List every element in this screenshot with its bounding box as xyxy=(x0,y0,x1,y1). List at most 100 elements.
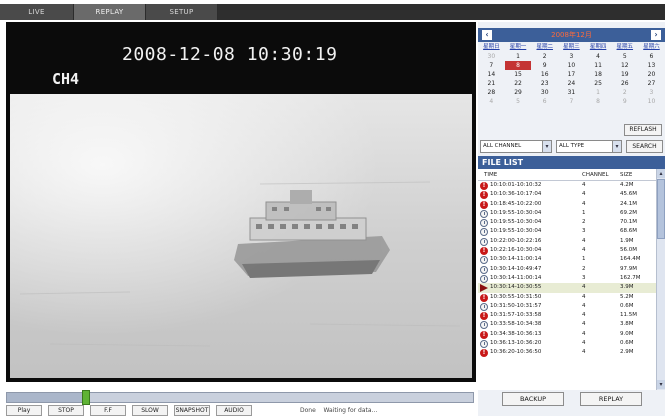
calendar-day[interactable]: 30 xyxy=(531,88,558,97)
calendar-day[interactable]: 25 xyxy=(585,79,612,88)
search-button[interactable]: SEARCH xyxy=(626,140,663,153)
column-header-time[interactable]: TIME xyxy=(484,169,497,181)
tab-live[interactable]: LIVE xyxy=(0,4,74,20)
file-list-row[interactable]: 10:19:55-10:30:04 1 69.2M xyxy=(478,209,656,218)
calendar-day[interactable]: 29 xyxy=(505,88,532,97)
column-header-channel[interactable]: CHANNEL xyxy=(582,169,609,181)
calendar-day[interactable]: 22 xyxy=(505,79,532,88)
file-list-row[interactable]: 10:30:14-11:00:14 1 164.4M xyxy=(478,255,656,265)
calendar-day[interactable]: 2 xyxy=(611,88,638,97)
play-button[interactable]: Play xyxy=(6,405,42,416)
calendar-day[interactable]: 30 xyxy=(478,52,505,61)
file-list-scrollbar[interactable]: ▴ ▾ xyxy=(656,169,665,390)
replay-button[interactable]: REPLAY xyxy=(580,392,642,406)
calendar-day[interactable]: 9 xyxy=(611,97,638,106)
calendar-day[interactable]: 15 xyxy=(505,70,532,79)
row-channel: 3 xyxy=(582,274,586,281)
calendar-day[interactable]: 18 xyxy=(585,70,612,79)
file-list-row[interactable]: 10:19:55-10:30:04 2 70.1M xyxy=(478,218,656,228)
calendar-day[interactable]: 4 xyxy=(478,97,505,106)
calendar-day[interactable]: 11 xyxy=(585,61,612,70)
calendar-day[interactable]: 5 xyxy=(505,97,532,106)
file-list-row[interactable]: 10:30:14-10:30:55 4 3.9M xyxy=(478,283,656,293)
calendar-day[interactable]: 31 xyxy=(558,88,585,97)
calendar-day[interactable]: 4 xyxy=(585,52,612,61)
calendar-day[interactable]: 23 xyxy=(531,79,558,88)
calendar-day[interactable]: 10 xyxy=(638,97,665,106)
row-channel: 2 xyxy=(582,265,586,272)
stop-button[interactable]: STOP xyxy=(48,405,84,416)
refresh-button[interactable]: REFLASH xyxy=(624,124,662,136)
backup-button[interactable]: BACKUP xyxy=(502,392,564,406)
file-list-row[interactable]: 10:30:14-10:49:47 2 97.9M xyxy=(478,265,656,274)
calendar-day[interactable]: 26 xyxy=(611,79,638,88)
row-channel: 4 xyxy=(582,182,586,188)
calendar-day[interactable]: 7 xyxy=(558,97,585,106)
calendar-day[interactable]: 6 xyxy=(531,97,558,106)
calendar-day[interactable]: 7 xyxy=(478,61,505,70)
normal-record-icon xyxy=(480,209,488,218)
slow-button[interactable]: SLOW xyxy=(132,405,168,416)
row-channel: 4 xyxy=(582,349,586,356)
file-list-row[interactable]: 10:19:55-10:30:04 3 68.6M xyxy=(478,227,656,237)
calendar-day-selected[interactable]: 8 xyxy=(504,61,532,70)
normal-record-icon xyxy=(480,256,488,265)
row-channel: 4 xyxy=(582,237,586,244)
row-time: 10:19:55-10:30:04 xyxy=(490,228,542,235)
file-list-row[interactable]: ! 10:10:36-10:17:04 4 45.6M xyxy=(478,190,656,200)
calendar-day[interactable]: 2 xyxy=(531,52,558,61)
calendar-day[interactable]: 8 xyxy=(585,97,612,106)
tab-setup[interactable]: SETUP xyxy=(146,4,218,20)
file-list-row[interactable]: ! 10:34:38-10:36:13 4 9.0M xyxy=(478,330,656,339)
file-list-row[interactable]: ! 10:22:16-10:30:04 4 56.0M xyxy=(478,246,656,256)
scroll-down-icon[interactable]: ▾ xyxy=(657,380,665,389)
calendar-day[interactable]: 3 xyxy=(638,88,665,97)
file-list-row[interactable]: 10:30:14-11:00:14 3 162.7M xyxy=(478,274,656,283)
playback-progress-bar[interactable] xyxy=(6,390,474,405)
calendar-day[interactable]: 24 xyxy=(558,79,585,88)
tab-replay[interactable]: REPLAY xyxy=(74,4,146,20)
scroll-up-icon[interactable]: ▴ xyxy=(657,169,665,178)
calendar-day[interactable]: 19 xyxy=(611,70,638,79)
calendar-day[interactable]: 16 xyxy=(531,70,558,79)
calendar-week-row: 14 15 16 17 18 19 20 xyxy=(478,70,665,79)
video-viewport[interactable]: 2008-12-08 10:30:19 CH4 xyxy=(6,22,476,382)
calendar-day[interactable]: 1 xyxy=(585,88,612,97)
calendar-day[interactable]: 9 xyxy=(531,61,558,70)
file-list-row[interactable]: 10:36:13-10:36:20 4 0.6M xyxy=(478,339,656,349)
calendar-day[interactable]: 17 xyxy=(558,70,585,79)
column-header-size[interactable]: SIZE xyxy=(620,169,632,181)
file-list-row[interactable]: 10:31:50-10:31:57 4 0.6M xyxy=(478,302,656,311)
calendar-month-title: 2008年12月 xyxy=(551,31,592,39)
file-list-row[interactable]: ! 10:10:01-10:10:32 4 4.2M xyxy=(478,181,656,190)
calendar-day[interactable]: 6 xyxy=(638,52,665,61)
calendar-day[interactable]: 14 xyxy=(478,70,505,79)
channel-select[interactable]: ALL CHANNEL ▾ xyxy=(480,140,552,153)
progress-handle[interactable] xyxy=(82,390,91,405)
row-size: 68.6M xyxy=(620,228,637,235)
calendar-day[interactable]: 27 xyxy=(638,79,665,88)
calendar-day[interactable]: 13 xyxy=(638,61,665,70)
calendar-day[interactable]: 3 xyxy=(558,52,585,61)
audio-button[interactable]: AUDIO xyxy=(216,405,252,416)
snapshot-button[interactable]: SNAPSHOT xyxy=(174,405,210,416)
calendar-day[interactable]: 12 xyxy=(611,61,638,70)
file-list-row[interactable]: 10:22:00-10:22:16 4 1.9M xyxy=(478,237,656,246)
type-select[interactable]: ALL TYPE ▾ xyxy=(556,140,622,153)
scrollbar-thumb[interactable] xyxy=(657,179,665,239)
fast-forward-button[interactable]: F.F xyxy=(90,405,126,416)
file-list-row[interactable]: ! 10:36:20-10:36:50 4 2.9M xyxy=(478,348,656,358)
calendar-day[interactable]: 28 xyxy=(478,88,505,97)
file-list-row[interactable]: ! 10:18:45-10:22:00 4 24.1M xyxy=(478,200,656,209)
file-list-row[interactable]: ! 10:30:55-10:31:50 4 5.2M xyxy=(478,293,656,302)
file-list-row[interactable]: 10:33:58-10:34:38 4 3.8M xyxy=(478,320,656,330)
calendar-day[interactable]: 1 xyxy=(505,52,532,61)
calendar-day[interactable]: 20 xyxy=(638,70,665,79)
calendar-day[interactable]: 10 xyxy=(558,61,585,70)
calendar-prev-icon[interactable]: ‹ xyxy=(482,30,492,40)
calendar-day[interactable]: 5 xyxy=(611,52,638,61)
file-list-row[interactable]: ! 10:31:57-10:33:58 4 11.5M xyxy=(478,311,656,321)
calendar-next-icon[interactable]: › xyxy=(651,30,661,40)
calendar-day[interactable]: 21 xyxy=(478,79,505,88)
normal-record-icon xyxy=(480,237,488,246)
